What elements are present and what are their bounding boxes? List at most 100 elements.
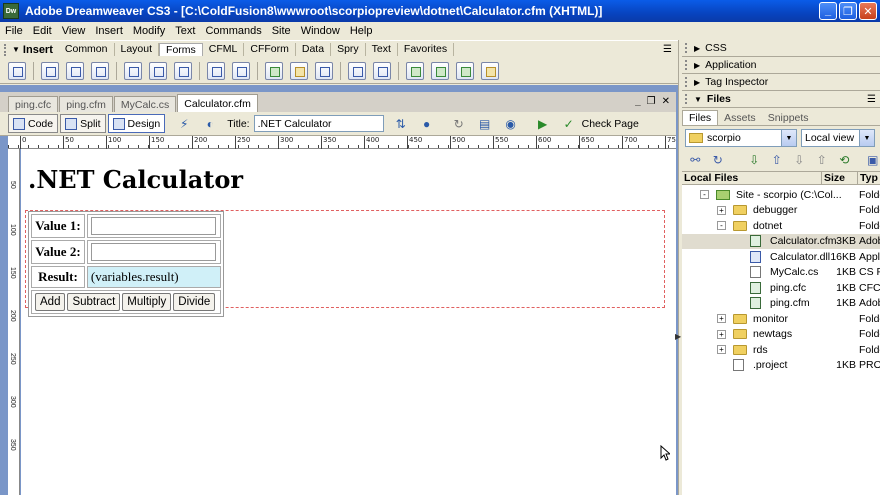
page-title-input[interactable] — [253, 115, 384, 132]
spry-validation-text-field-icon[interactable] — [406, 61, 424, 80]
add-button[interactable]: Add — [35, 293, 66, 311]
collapse-icon[interactable]: - — [700, 190, 709, 200]
file-tree-row[interactable]: .project 1KBPRO. — [682, 358, 880, 374]
collapse-panels-arrow-icon[interactable]: ▶ — [675, 332, 682, 346]
check-out-icon[interactable]: ⇩ — [792, 153, 807, 167]
design-canvas[interactable]: .NET Calculator Value 1: Value 2: Result… — [21, 149, 676, 495]
validate-markup-icon[interactable]: ▶ — [534, 116, 552, 132]
spry-validation-select-icon[interactable] — [431, 61, 449, 80]
expand-panel-icon[interactable]: ▣ — [866, 153, 880, 167]
text-field-icon[interactable] — [41, 61, 59, 80]
insert-tab-text[interactable]: Text — [366, 43, 398, 56]
file-tree-row[interactable]: - dotnet Folde — [682, 218, 880, 234]
refresh-icon[interactable]: ↻ — [711, 153, 726, 167]
insert-tab-spry[interactable]: Spry — [331, 43, 366, 56]
css-panel-header[interactable]: ▶ CSS — [682, 40, 880, 57]
file-tree-row[interactable]: ping.cfc 1KB CFC — [682, 280, 880, 296]
synchronize-icon[interactable]: ⟲ — [837, 153, 852, 167]
subtract-button[interactable]: Subtract — [67, 293, 121, 311]
connect-icon[interactable]: ⚯ — [688, 153, 703, 167]
file-tree-row[interactable]: ping.cfm 1KBAdob — [682, 296, 880, 312]
menu-commands[interactable]: Commands — [200, 25, 266, 37]
application-panel-header[interactable]: ▶ Application — [682, 57, 880, 74]
insert-tab-cfml[interactable]: CFML — [203, 43, 245, 56]
options-menu-icon[interactable]: ☰ — [663, 44, 672, 55]
put-files-icon[interactable]: ⇧ — [770, 153, 785, 167]
insert-tab-cfform[interactable]: CFForm — [244, 43, 296, 56]
design-view-button[interactable]: Design — [107, 114, 166, 133]
files-tab-assets[interactable]: Assets — [718, 111, 762, 125]
list-menu-icon[interactable] — [207, 61, 225, 80]
file-tree-row[interactable]: Calculator.dll16KBAppli — [682, 249, 880, 265]
spry-validation-textarea-icon[interactable] — [481, 61, 499, 80]
file-tree-row[interactable]: + debugger Folde — [682, 203, 880, 219]
visual-aids-icon[interactable]: ◉ — [502, 116, 520, 132]
doc-tab[interactable]: Calculator.cfm — [177, 94, 258, 112]
menu-site[interactable]: Site — [267, 25, 296, 37]
live-data-icon[interactable]: ⚡ — [175, 116, 193, 132]
column-local-files[interactable]: Local Files — [682, 172, 822, 184]
column-size[interactable]: Size — [822, 172, 858, 184]
maximize-button[interactable]: ❐ — [839, 2, 857, 20]
refresh-icon[interactable]: ↻ — [450, 116, 468, 132]
server-debug-icon[interactable]: ◐ — [201, 116, 219, 132]
file-tree-row[interactable]: + newtags Folde — [682, 327, 880, 343]
check-page-button[interactable]: Check Page — [582, 118, 639, 130]
insert-tab-data[interactable]: Data — [296, 43, 332, 56]
divide-button[interactable]: Divide — [173, 293, 216, 311]
insert-bar-title[interactable]: Insert — [23, 44, 53, 56]
file-tree-row[interactable]: + monitor Folde — [682, 311, 880, 327]
collapse-triangle-icon[interactable]: ▼ — [12, 45, 20, 54]
check-page-icon[interactable]: ✓ — [560, 116, 578, 132]
expand-icon[interactable]: + — [717, 329, 726, 339]
menu-edit[interactable]: Edit — [28, 25, 57, 37]
doc-tab[interactable]: ping.cfm — [59, 96, 113, 112]
value2-input[interactable] — [90, 243, 216, 261]
expand-icon[interactable]: + — [717, 205, 726, 215]
multiply-button[interactable]: Multiply — [122, 293, 172, 311]
value1-input[interactable] — [90, 217, 216, 235]
column-type[interactable]: Typ — [858, 172, 880, 184]
spry-validation-checkbox-icon[interactable] — [456, 61, 474, 80]
menu-text[interactable]: Text — [170, 25, 200, 37]
menu-help[interactable]: Help — [345, 25, 378, 37]
textarea-icon[interactable] — [91, 61, 109, 80]
collapse-icon[interactable]: - — [717, 221, 726, 231]
image-field-icon[interactable] — [265, 61, 283, 80]
check-in-icon[interactable]: ⇧ — [815, 153, 830, 167]
file-management-icon[interactable]: ⇅ — [392, 116, 410, 132]
menu-window[interactable]: Window — [296, 25, 345, 37]
radio-button-icon[interactable] — [149, 61, 167, 80]
insert-tab-common[interactable]: Common — [59, 43, 115, 56]
files-options-menu-icon[interactable]: ☰ — [867, 94, 876, 105]
menu-file[interactable]: File — [0, 25, 28, 37]
files-tab-snippets[interactable]: Snippets — [762, 111, 815, 125]
menu-modify[interactable]: Modify — [128, 25, 170, 37]
files-panel-header[interactable]: ▼ Files ☰ — [682, 91, 880, 108]
view-options-icon[interactable]: ▤ — [476, 116, 494, 132]
get-files-icon[interactable]: ⇩ — [747, 153, 762, 167]
tag-inspector-panel-header[interactable]: ▶ Tag Inspector — [682, 74, 880, 91]
files-tab-files[interactable]: Files — [682, 110, 719, 125]
doc-tab[interactable]: ping.cfc — [8, 96, 59, 112]
label-icon[interactable] — [348, 61, 366, 80]
file-tree-row[interactable]: Calculator.cfm3KBAdob — [682, 233, 880, 249]
checkbox-icon[interactable] — [124, 61, 142, 80]
file-field-icon[interactable] — [290, 61, 308, 80]
site-select[interactable]: scorpio ▼ — [685, 129, 797, 147]
doc-tab[interactable]: MyCalc.cs — [113, 96, 177, 112]
expand-icon[interactable]: + — [717, 314, 726, 324]
split-view-button[interactable]: Split — [60, 114, 106, 133]
fieldset-icon[interactable] — [373, 61, 391, 80]
dreamweaver-app-icon[interactable]: Dw — [3, 3, 19, 19]
form-icon[interactable] — [8, 61, 26, 80]
menu-view[interactable]: View — [57, 25, 91, 37]
insert-tab-favorites[interactable]: Favorites — [398, 43, 455, 56]
doc-minimize-icon[interactable]: _ — [635, 96, 641, 107]
insert-tab-layout[interactable]: Layout — [115, 43, 160, 56]
menu-insert[interactable]: Insert — [90, 25, 128, 37]
file-tree-row[interactable]: - Site - scorpio (C:\Col... Folde — [682, 187, 880, 203]
doc-restore-icon[interactable]: ❐ — [647, 96, 656, 107]
button-icon[interactable] — [315, 61, 333, 80]
expand-icon[interactable]: + — [717, 345, 726, 355]
